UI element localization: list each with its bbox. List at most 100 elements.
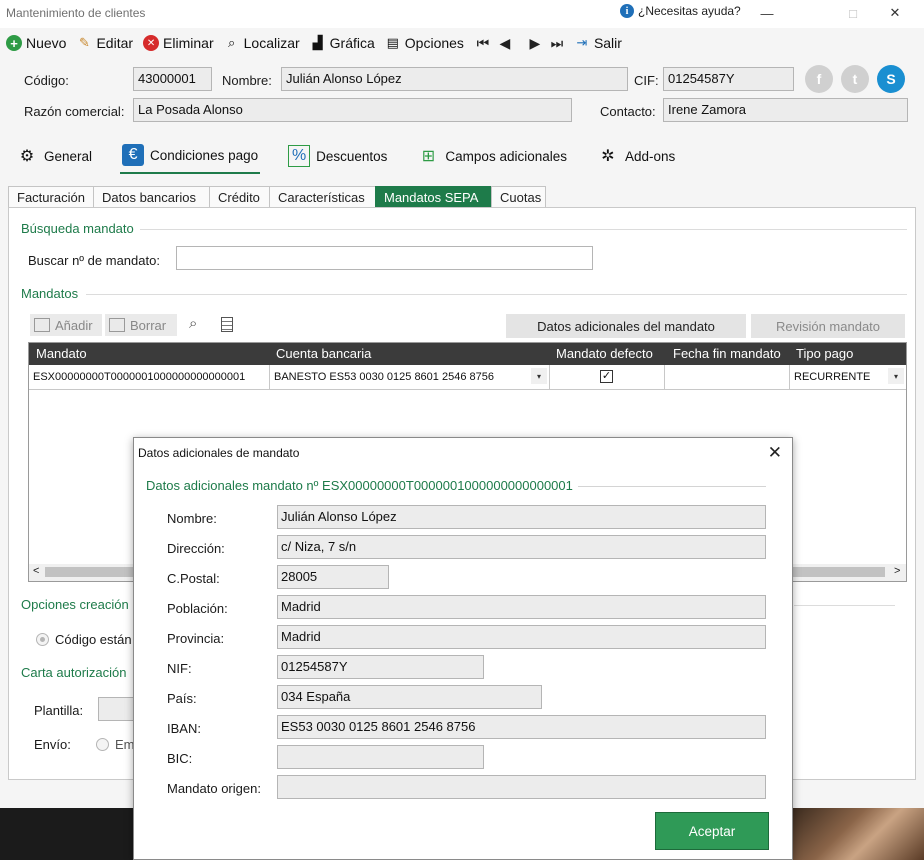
next-record-icon[interactable]: ▶ (526, 34, 544, 52)
trade-name-label: Razón comercial: (24, 104, 125, 119)
accept-button[interactable]: Aceptar (655, 812, 769, 850)
column-header[interactable]: Cuenta bancaria (276, 346, 371, 361)
payment-type-value: RECURRENTE (794, 371, 871, 383)
help-label: ¿Necesitas ayuda? (638, 4, 741, 18)
account-cell[interactable]: BANESTO ES53 0030 0125 8601 2546 8756 ▾ (270, 365, 550, 390)
twitter-icon[interactable]: t (841, 65, 869, 93)
mandate-extra-data-button[interactable]: Datos adicionales del mandato (506, 314, 746, 338)
close-button[interactable]: ✕ (880, 2, 910, 24)
bic-field[interactable] (277, 745, 484, 769)
main-toolbar: + Nuevo ✎ Editar ✕ Eliminar ⌕ Localizar … (0, 28, 924, 58)
name-field[interactable]: Julián Alonso López (277, 505, 766, 529)
edit-button[interactable]: ✎ Editar (76, 30, 133, 56)
send-option[interactable]: Em (96, 737, 135, 752)
name-field[interactable]: Julián Alonso López (281, 67, 628, 91)
iban-field[interactable]: ES53 0030 0125 8601 2546 8756 (277, 715, 766, 739)
name-label: Nombre: (167, 511, 217, 526)
send-label: Envío: (34, 737, 71, 752)
address-label: Dirección: (167, 541, 225, 556)
subtab-fees[interactable]: Cuotas (491, 186, 546, 208)
maximize-button[interactable]: □ (838, 2, 868, 24)
tab-payment-conditions[interactable]: € Condiciones pago (120, 138, 261, 174)
mandate-review-button[interactable]: Revisión mandato (751, 314, 905, 338)
scroll-left-icon[interactable]: < (33, 565, 39, 577)
chart-button[interactable]: ▟ Gráfica (310, 30, 375, 56)
subtab-credit[interactable]: Crédito (209, 186, 270, 208)
divider (140, 229, 907, 230)
origin-mandate-field[interactable] (277, 775, 766, 799)
close-icon[interactable]: ✕ (768, 443, 782, 463)
address-field[interactable]: c/ Niza, 7 s/n (277, 535, 766, 559)
subtab-characteristics[interactable]: Características (269, 186, 376, 208)
mandate-cell[interactable]: ESX00000000T0000001000000000000001 (29, 365, 270, 390)
province-field[interactable]: Madrid (277, 625, 766, 649)
cif-field[interactable]: 01254587Y (663, 67, 794, 91)
tab-general[interactable]: ⚙ General (14, 138, 94, 174)
standard-code-option[interactable]: Código están (36, 632, 132, 647)
mandates-group-title: Mandatos (21, 286, 79, 301)
percent-icon: % (288, 145, 311, 167)
minimize-button[interactable]: — (752, 2, 782, 24)
radio-button[interactable] (96, 738, 109, 751)
template-field[interactable] (98, 697, 134, 721)
delete-label: Borrar (130, 317, 167, 333)
province-label: Provincia: (167, 631, 225, 646)
city-field[interactable]: Madrid (277, 595, 766, 619)
plus-circle-icon: + (6, 35, 22, 51)
table-header: Mandato Cuenta bancaria Mandato defecto … (29, 343, 906, 365)
document-icon[interactable] (221, 317, 233, 332)
new-button[interactable]: + Nuevo (6, 30, 66, 56)
previous-record-icon[interactable]: ◀ (496, 34, 514, 52)
tab-addons-label: Add-ons (625, 148, 676, 164)
column-header[interactable]: Mandato (36, 346, 87, 361)
contact-field[interactable]: Irene Zamora (663, 98, 908, 122)
radio-button[interactable] (36, 633, 49, 646)
postal-code-field[interactable]: 28005 (277, 565, 389, 589)
default-cell[interactable]: ✓ (550, 365, 665, 390)
column-header[interactable]: Fecha fin mandato (673, 346, 781, 361)
add-mandate-button[interactable]: Añadir (30, 314, 102, 336)
delete-button[interactable]: ✕ Eliminar (143, 30, 214, 56)
payment-type-cell[interactable]: RECURRENTE ▾ (790, 365, 906, 390)
first-record-icon[interactable]: ⏮ (474, 34, 492, 52)
tab-addons[interactable]: ✲ Add-ons (595, 138, 677, 174)
nif-label: NIF: (167, 661, 192, 676)
add-label: Añadir (55, 317, 93, 333)
add-fields-icon: ⊞ (421, 148, 436, 165)
code-field[interactable]: 43000001 (133, 67, 212, 91)
delete-mandate-button[interactable]: Borrar (105, 314, 177, 336)
exit-label: Salir (593, 35, 622, 51)
gears-icon: ⚙ (19, 148, 35, 165)
table-row[interactable]: ESX00000000T0000001000000000000001 BANES… (29, 365, 906, 390)
locate-button[interactable]: ⌕ Localizar (224, 30, 300, 56)
default-checkbox[interactable]: ✓ (600, 370, 613, 383)
tab-additional-fields[interactable]: ⊞ Campos adicionales (415, 138, 569, 174)
column-header[interactable]: Tipo pago (796, 346, 853, 361)
country-field[interactable]: 034 España (277, 685, 542, 709)
end-date-cell[interactable] (665, 365, 790, 390)
send-option-label: Em (115, 737, 135, 752)
scroll-right-icon[interactable]: > (894, 565, 900, 577)
trade-name-field[interactable]: La Posada Alonso (133, 98, 572, 122)
section-tabs: ⚙ General € Condiciones pago % Descuento… (0, 138, 924, 174)
tab-payment-conditions-label: Condiciones pago (150, 147, 259, 163)
subtab-bank-data[interactable]: Datos bancarios (93, 186, 210, 208)
search-icon[interactable]: ⌕ (189, 315, 197, 332)
chevron-down-icon[interactable]: ▾ (888, 368, 904, 384)
tab-discounts[interactable]: % Descuentos (286, 138, 389, 174)
nif-field[interactable]: 01254587Y (277, 655, 484, 679)
options-label: Opciones (404, 35, 464, 51)
standard-code-label: Código están (55, 632, 132, 647)
mandate-search-input[interactable] (176, 246, 593, 270)
skype-icon[interactable]: S (877, 65, 905, 93)
chevron-down-icon[interactable]: ▾ (531, 368, 547, 384)
column-header[interactable]: Mandato defecto (556, 346, 653, 361)
options-button[interactable]: ▤ Opciones (385, 30, 464, 56)
help-link[interactable]: i ¿Necesitas ayuda? (620, 4, 741, 18)
subtab-invoicing[interactable]: Facturación (8, 186, 94, 208)
facebook-icon[interactable]: f (805, 65, 833, 93)
contact-label: Contacto: (600, 104, 656, 119)
last-record-icon[interactable]: ⏭ (548, 34, 566, 52)
exit-button[interactable]: ⇥ Salir (574, 30, 622, 56)
subtab-sepa-mandates[interactable]: Mandatos SEPA (375, 186, 492, 208)
